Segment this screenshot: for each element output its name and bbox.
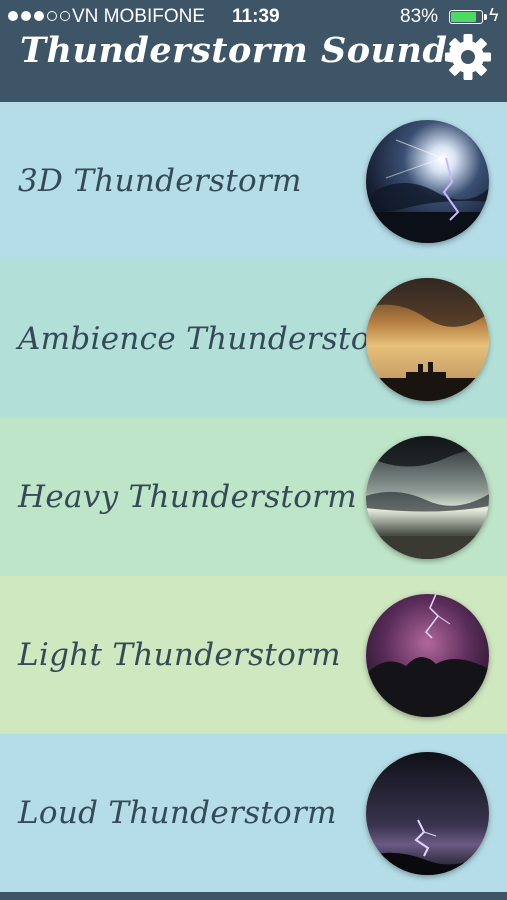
list-item-label: Heavy Thunderstorm [18,479,357,515]
list-item-label: Ambience Thunderstorm [18,321,415,357]
gear-icon[interactable] [444,33,492,81]
battery-percent: 83% [400,6,439,27]
status-bar: VN MOBIFONE 11:39 83% ϟ [0,0,507,34]
purple-lightning-image [366,594,489,717]
list-item-ambience-thunderstorm[interactable]: Ambience Thunderstorm [0,260,507,418]
list-item-loud-thunderstorm[interactable]: Loud Thunderstorm [0,734,507,892]
night-lightning-image [366,752,489,875]
charging-icon: ϟ [489,5,499,25]
clock: 11:39 [232,6,280,27]
list-item-3d-thunderstorm[interactable]: 3D Thunderstorm [0,102,507,260]
list-item-light-thunderstorm[interactable]: Light Thunderstorm [0,576,507,734]
sound-list: 3D Thunderstorm Ambience Thunderstorm He… [0,102,507,892]
battery-icon [449,10,487,24]
list-item-label: Loud Thunderstorm [18,795,337,831]
signal-strength-icon [8,11,70,21]
list-item-label: 3D Thunderstorm [18,163,302,199]
sunset-clouds-image [366,278,489,401]
lightning-sky-image [366,120,489,243]
app-header: VN MOBIFONE 11:39 83% ϟ Thunderstorm Sou… [0,0,507,102]
carrier-name: VN MOBIFONE [72,6,206,27]
dark-clouds-image [366,436,489,559]
page-title: Thunderstorm Sounds [20,30,468,71]
list-item-heavy-thunderstorm[interactable]: Heavy Thunderstorm [0,418,507,576]
list-item-label: Light Thunderstorm [18,637,341,673]
